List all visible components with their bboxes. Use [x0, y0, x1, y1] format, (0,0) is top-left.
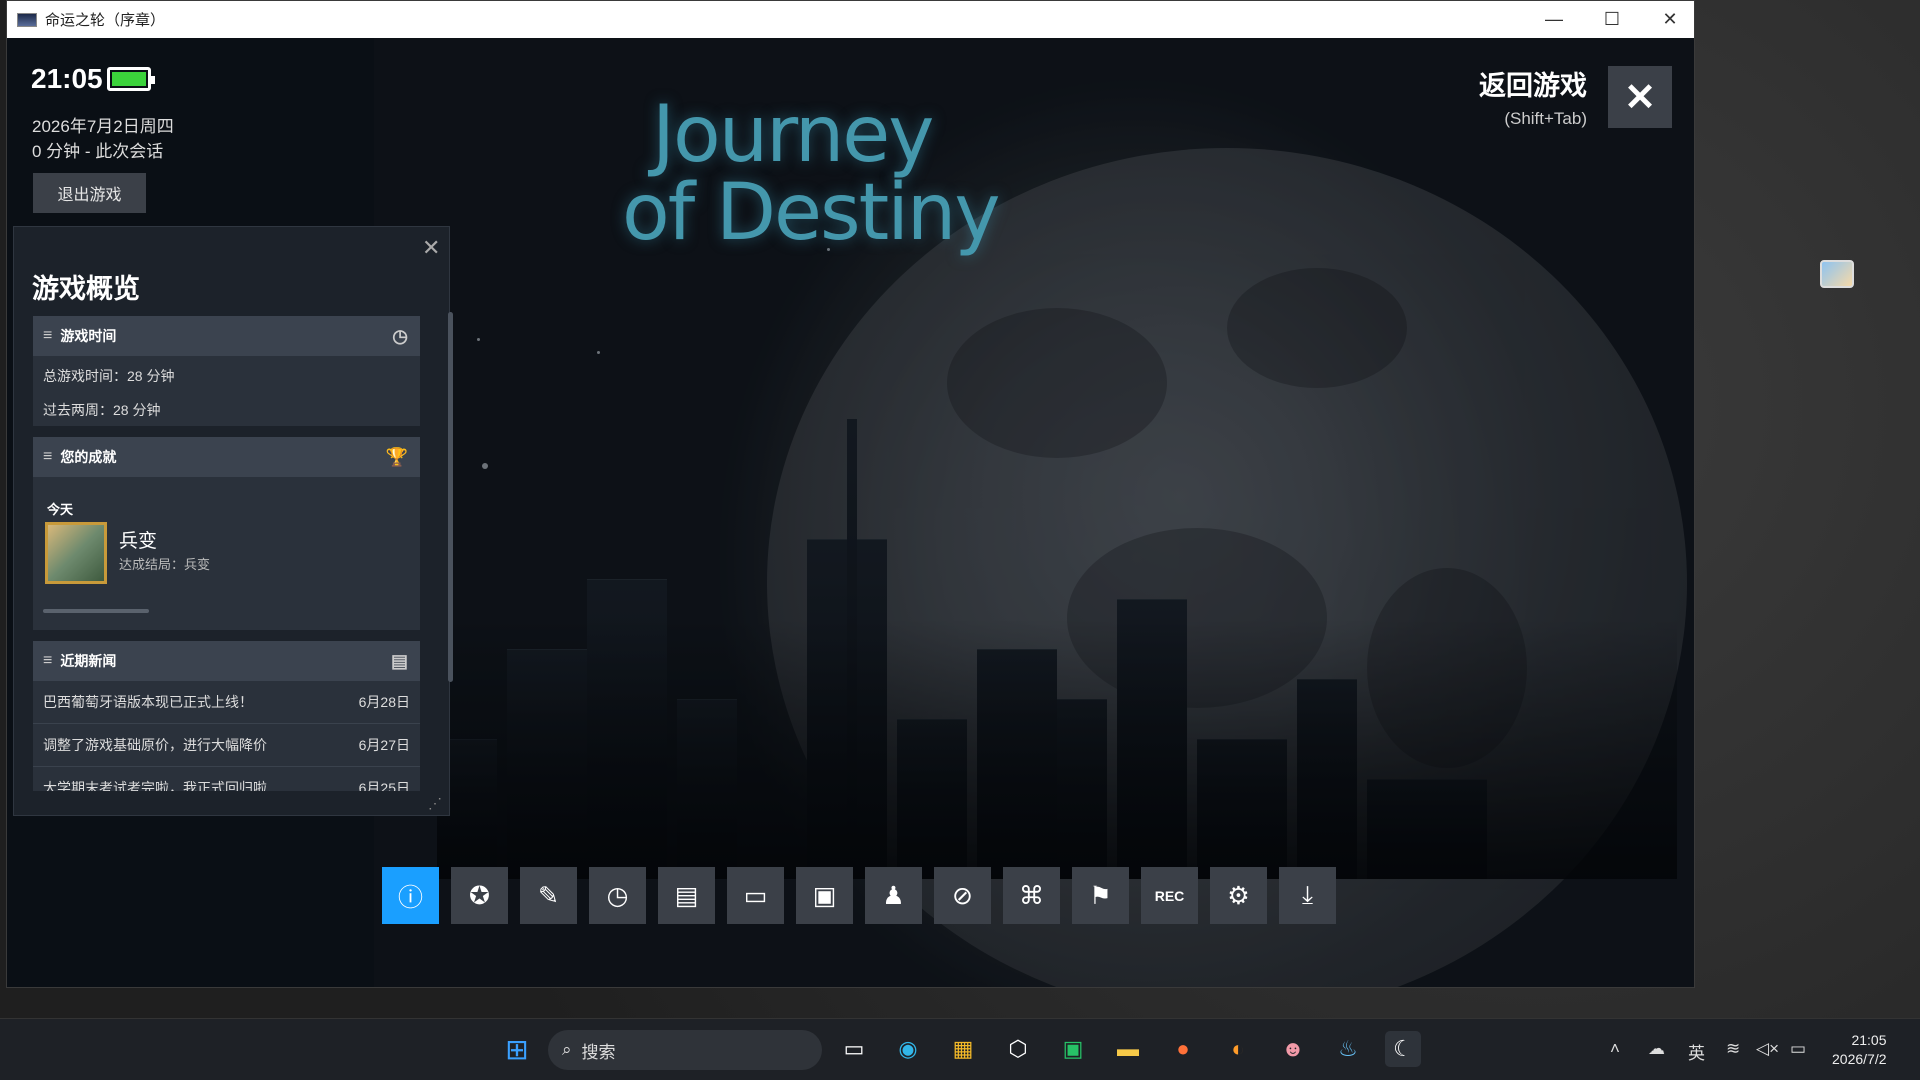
total-playtime: 总游戏时间：28 分钟 [43, 368, 175, 384]
news-header-label: 近期新闻 [60, 653, 117, 669]
playtime-section: ≡ 游戏时间 ◷ 总游戏时间：28 分钟 过去两周：28 分钟 [33, 316, 420, 426]
app-icon [17, 12, 37, 27]
taskbar-search[interactable]: ⌕ 搜索 [548, 1030, 822, 1070]
steam-icon[interactable]: ♨ [1330, 1031, 1366, 1067]
close-window-button[interactable]: ✕ [1641, 1, 1694, 38]
newspaper-icon: ▤ [390, 650, 408, 671]
app-icon-orange[interactable]: ◐ [1220, 1031, 1256, 1067]
overlay-clock: 21:05 [31, 63, 155, 95]
search-label: 搜索 [581, 1042, 616, 1062]
news-header[interactable]: ≡ 近期新闻 ▤ [33, 641, 420, 681]
battery-icon [106, 67, 155, 91]
exit-game-button[interactable]: 退出游戏 [33, 173, 146, 213]
epic-icon[interactable]: ⬡ [1000, 1031, 1036, 1067]
volume-muted-icon[interactable]: ◁× [1756, 1039, 1779, 1059]
file-explorer-icon[interactable]: ▬ [1110, 1031, 1146, 1067]
achievement-day: 今天 [47, 502, 74, 517]
achievements-header[interactable]: ≡ 您的成就 🏆 [33, 437, 420, 477]
drag-handle-icon[interactable]: ≡ [43, 652, 52, 670]
title-bar: 命运之轮（序章） — ☐ ✕ [7, 1, 1694, 38]
overlay-date: 2026年7月2日周四 [32, 117, 174, 136]
news-title: 巴西葡萄牙语版本现已正式上线！ [43, 694, 253, 710]
news-date: 6月27日 [358, 737, 410, 753]
onedrive-icon[interactable]: ☁ [1648, 1039, 1665, 1059]
store-icon[interactable]: ▦ [945, 1031, 981, 1067]
downloads-button[interactable]: ⤓ [1279, 867, 1336, 924]
info-button[interactable]: ⓘ [382, 867, 439, 924]
firefox-icon[interactable]: ● [1165, 1031, 1201, 1067]
panel-scrollbar[interactable] [448, 312, 453, 682]
panel-close-icon[interactable]: ✕ [422, 235, 440, 261]
system-clock[interactable]: 21:05 2026/7/2 [1832, 1031, 1887, 1069]
session-time: 0 分钟 - 此次会话 [32, 142, 164, 161]
news-date: 6月28日 [358, 694, 410, 710]
close-overlay-button[interactable]: ✕ [1608, 66, 1672, 128]
achievement-name: 兵变 [119, 531, 158, 552]
maximize-button[interactable]: ☐ [1583, 1, 1641, 38]
return-to-game[interactable]: 返回游戏 (Shift+Tab) [1479, 64, 1587, 129]
news-item[interactable]: 巴西葡萄牙语版本现已正式上线！ 6月28日 [33, 681, 420, 724]
return-title: 返回游戏 [1479, 71, 1587, 101]
achievements-header-label: 您的成就 [60, 449, 117, 465]
screenshots-button[interactable]: ▣ [796, 867, 853, 924]
resize-grip-icon[interactable]: ⋰ [428, 795, 442, 812]
return-shortcut: (Shift+Tab) [1504, 109, 1587, 128]
minimize-button[interactable]: — [1525, 1, 1583, 38]
drag-handle-icon[interactable]: ≡ [43, 327, 52, 345]
settings-button[interactable]: ⚙ [1210, 867, 1267, 924]
game-window: 命运之轮（序章） — ☐ ✕ Journey of Destiny 21:05 … [6, 0, 1695, 988]
controller-button[interactable]: ⌘ [1003, 867, 1060, 924]
guides-button[interactable]: ▤ [658, 867, 715, 924]
system-time: 21:05 [1851, 1032, 1887, 1048]
playtime-header[interactable]: ≡ 游戏时间 ◷ [33, 316, 420, 356]
flag-button[interactable]: ⚑ [1072, 867, 1129, 924]
achievements-button[interactable]: ✪ [451, 867, 508, 924]
news-item[interactable]: 调整了游戏基础原价，进行大幅降价 6月27日 [33, 724, 420, 767]
panel-title: 游戏概览 [32, 274, 140, 304]
achievements-section: ≡ 您的成就 🏆 今天 兵变 达成结局：兵变 [33, 437, 420, 630]
window-title: 命运之轮（序章） [45, 12, 166, 29]
active-game-icon[interactable]: ☾ [1385, 1031, 1421, 1067]
battery-tray-icon[interactable]: ▭ [1790, 1039, 1806, 1059]
start-icon[interactable]: ⊞ [499, 1031, 535, 1067]
browser-button[interactable]: ⊘ [934, 867, 991, 924]
friends-button[interactable]: ♟ [865, 867, 922, 924]
taskbar: ⊞ ⌕ 搜索 ▭ ◉ ▦ ⬡ ▣ ▬ ● ◐ ☻ ♨ ☾ ˄ ☁ 英 ≋ ◁× … [0, 1018, 1920, 1080]
tray-chevron-icon[interactable]: ˄ [1610, 1039, 1620, 1059]
notes-button[interactable]: ✎ [520, 867, 577, 924]
game-app-icon[interactable]: ☻ [1275, 1031, 1311, 1067]
overlay-toolbar: ⓘ ✪ ✎ ◷ ▤ ▭ ▣ ♟ ⊘ ⌘ ⚑ REC ⚙ ⤓ [382, 867, 1336, 924]
news-section: ≡ 近期新闻 ▤ 巴西葡萄牙语版本现已正式上线！ 6月28日 调整了游戏基础原价，… [33, 641, 420, 791]
system-date: 2026/7/2 [1832, 1051, 1887, 1067]
task-view-icon[interactable]: ▭ [836, 1031, 872, 1067]
clock-icon: ◷ [392, 325, 408, 346]
recent-playtime: 过去两周：28 分钟 [43, 402, 161, 418]
game-overview-panel: ✕ 游戏概览 ≡ 游戏时间 ◷ 总游戏时间：28 分钟 过去两周：28 分钟 ≡… [13, 226, 453, 816]
timer-button[interactable]: ◷ [589, 867, 646, 924]
search-icon: ⌕ [562, 1040, 572, 1059]
desktop-shortcut-icon[interactable] [1820, 260, 1854, 288]
trophy-icon: 🏆 [385, 446, 408, 467]
achievement-image[interactable] [45, 522, 107, 584]
playtime-header-label: 游戏时间 [60, 328, 117, 344]
discussions-button[interactable]: ▭ [727, 867, 784, 924]
app-icon-green[interactable]: ▣ [1055, 1031, 1091, 1067]
achievement-desc: 达成结局：兵变 [119, 557, 211, 572]
news-title: 调整了游戏基础原价，进行大幅降价 [43, 737, 267, 753]
drag-handle-icon[interactable]: ≡ [43, 448, 52, 466]
clock-time: 21:05 [31, 63, 103, 94]
input-language[interactable]: 英 [1688, 1039, 1705, 1064]
news-item[interactable]: 大学期末考试考完啦，我正式回归啦 6月25日 [33, 767, 420, 791]
edge-icon[interactable]: ◉ [890, 1031, 926, 1067]
recording-button[interactable]: REC [1141, 867, 1198, 924]
news-title: 大学期末考试考完啦，我正式回归啦 [43, 780, 267, 791]
achievement-scroll-indicator [43, 609, 149, 613]
wifi-icon[interactable]: ≋ [1726, 1039, 1740, 1059]
news-date: 6月25日 [358, 780, 410, 791]
